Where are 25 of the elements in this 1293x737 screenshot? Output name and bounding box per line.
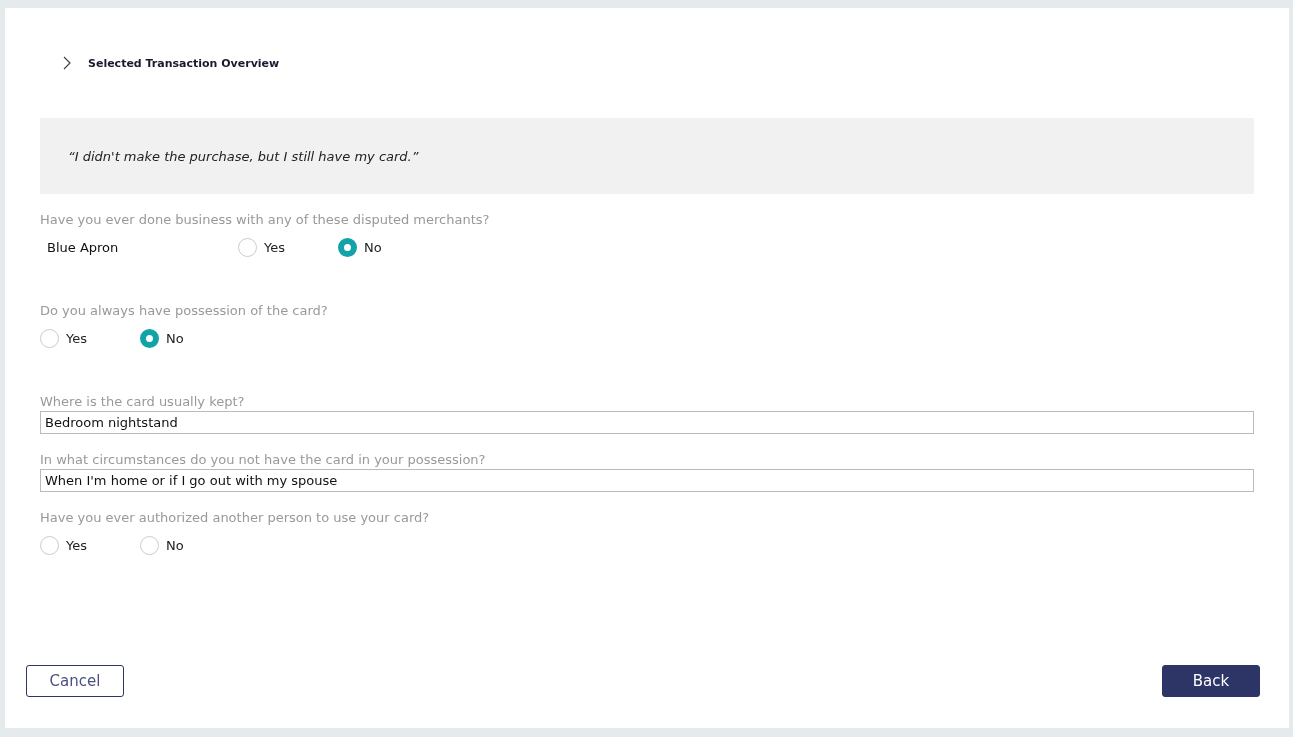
question-label: Do you always have possession of the card?: [40, 303, 329, 318]
radio-button[interactable]: [140, 535, 159, 555]
option-label[interactable]: No: [166, 537, 184, 553]
option-label[interactable]: Yes: [66, 330, 87, 346]
option-label[interactable]: No: [166, 330, 184, 346]
text-input[interactable]: When I'm home or if I go out with my spouse: [40, 469, 1254, 492]
chevron-icon[interactable]: [63, 56, 71, 70]
radio-button[interactable]: [40, 328, 59, 348]
customer-quote: “I didn't make the purchase, but I still have my card.”: [40, 118, 1254, 194]
section-title[interactable]: Selected Transaction Overview: [88, 56, 280, 70]
text-input[interactable]: Bedroom nightstand: [40, 411, 1254, 434]
option-label[interactable]: Yes: [264, 239, 285, 255]
cancel-button[interactable]: Cancel: [26, 665, 124, 697]
radio-button[interactable]: [40, 535, 59, 555]
question-label: Where is the card usually kept?: [40, 394, 246, 409]
question-label: Have you ever authorized another person to use your card?: [40, 510, 431, 525]
radio-button[interactable]: [238, 237, 257, 257]
back-button[interactable]: Back: [1162, 665, 1260, 697]
radio-button[interactable]: [140, 328, 159, 348]
merchant-name: Blue Apron: [46, 239, 120, 255]
question-label: In what circumstances do you not have the card in your possession?: [40, 452, 487, 467]
option-label[interactable]: Yes: [66, 537, 87, 553]
radio-button[interactable]: [338, 237, 357, 257]
option-label[interactable]: No: [364, 239, 382, 255]
question-label: Have you ever done business with any of these disputed merchants?: [40, 212, 491, 227]
